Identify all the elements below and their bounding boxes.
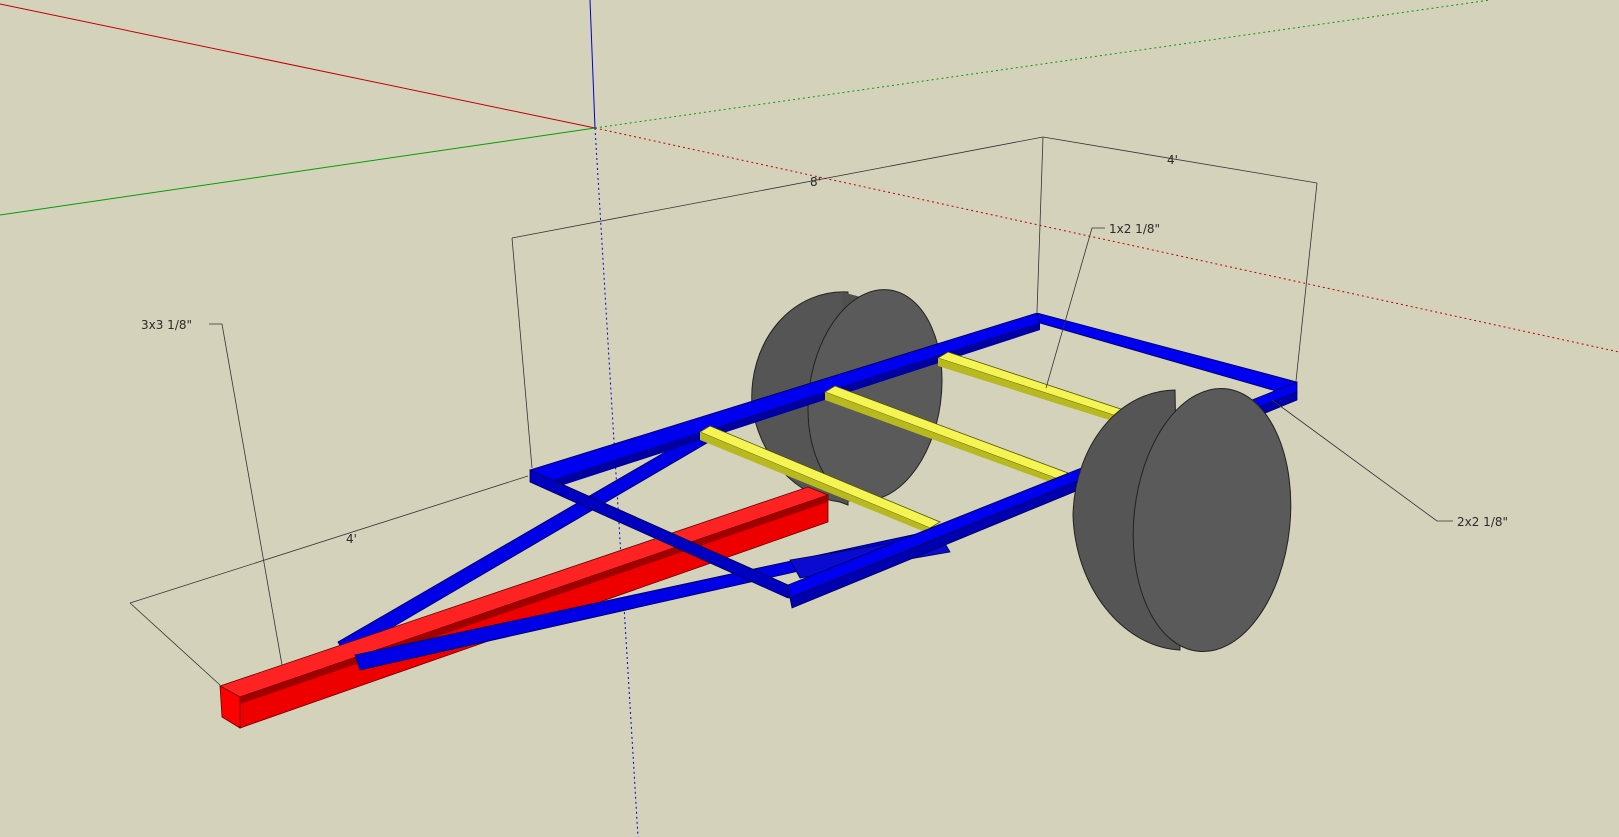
dim-tongue-4ft: 4' [346, 532, 357, 546]
sketchup-3d-viewport[interactable]: 8' 4' 4' 1x2 1/8" 3x3 1/8" 2x2 1/8" [0, 0, 1619, 837]
label-frame: 2x2 1/8" [1457, 515, 1508, 529]
label-tongue: 3x3 1/8" [141, 318, 192, 332]
dim-length-8ft: 8' [810, 175, 821, 189]
dim-width-4ft: 4' [1167, 153, 1178, 167]
label-crossmember: 1x2 1/8" [1109, 222, 1160, 236]
